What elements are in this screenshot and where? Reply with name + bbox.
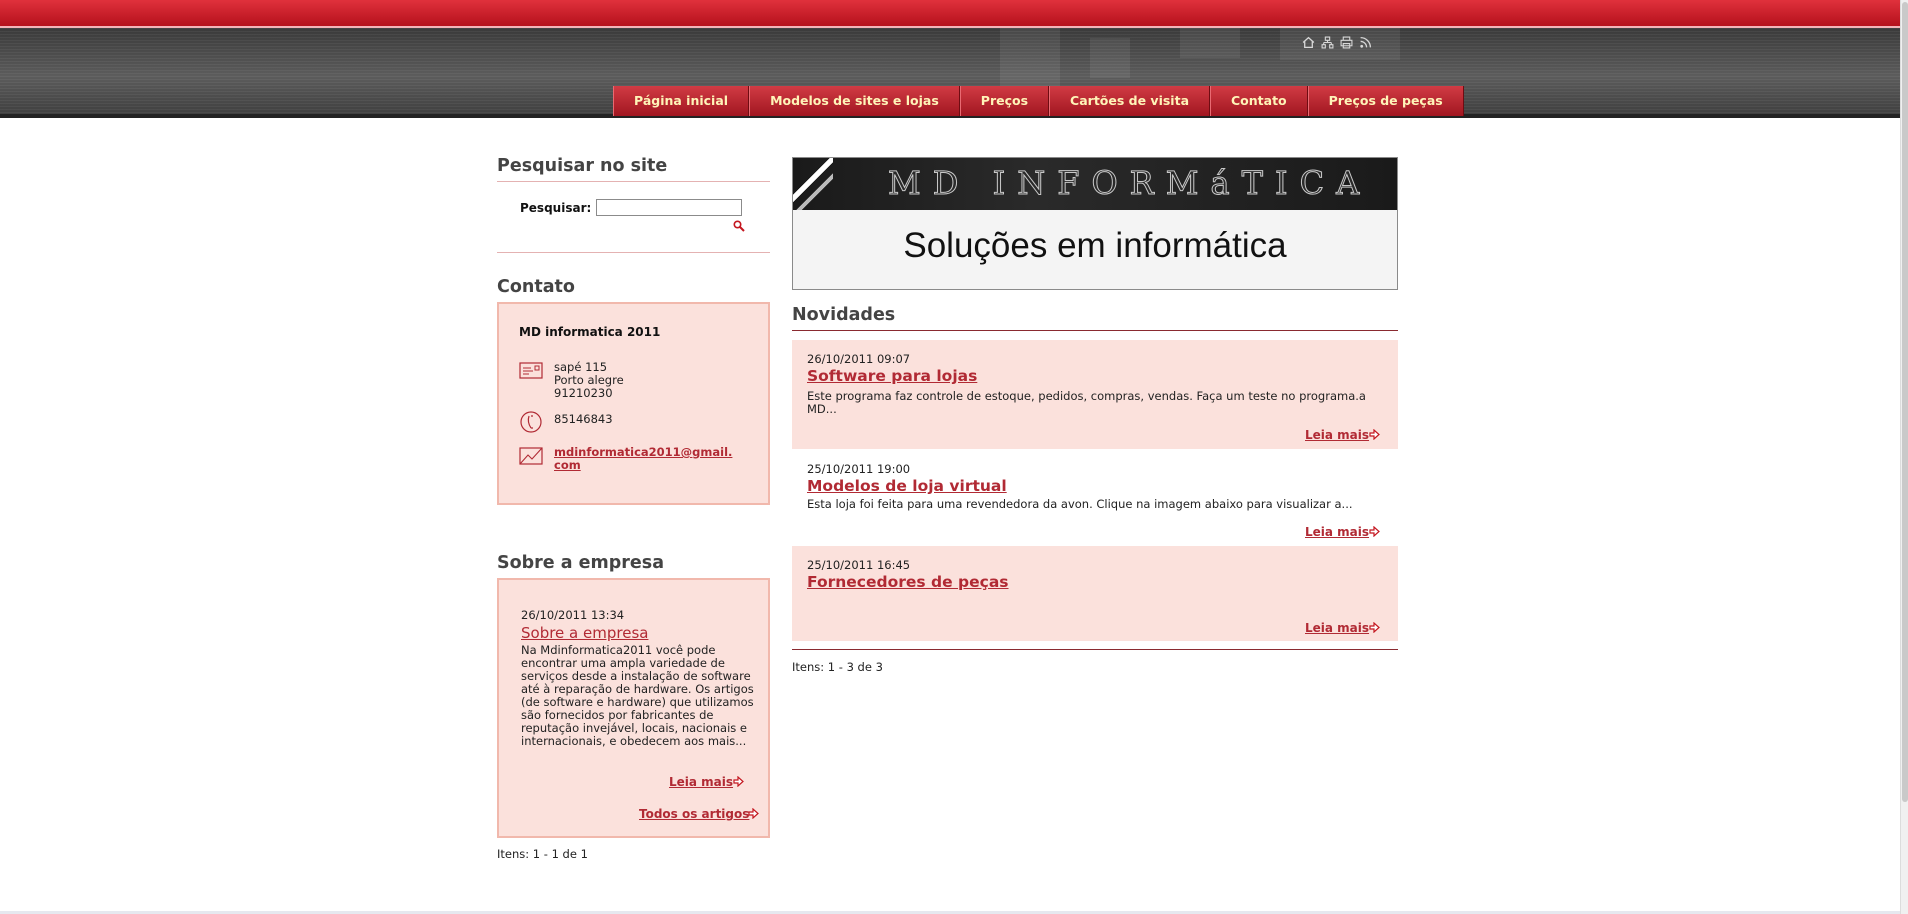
about-excerpt: Na Mdinformatica2011 você pode encontrar… <box>521 643 754 748</box>
news-title-link[interactable]: Fornecedores de peças <box>807 573 1009 591</box>
contact-phone: 85146843 <box>554 412 613 426</box>
news-item-count: Itens: 1 - 3 de 3 <box>792 660 883 674</box>
news-date: 25/10/2011 19:00 <box>807 462 911 476</box>
about-date: 26/10/2011 13:34 <box>521 608 625 622</box>
address-icon <box>519 362 543 379</box>
news-read-more-link[interactable]: Leia mais <box>1305 525 1369 539</box>
header-tools <box>1302 36 1372 52</box>
nav-contact[interactable]: Contato <box>1210 86 1308 116</box>
address-block: sapé 115 Porto alegre 91210230 <box>554 361 624 400</box>
vertical-scrollbar[interactable] <box>1900 0 1908 914</box>
sitemap-icon[interactable] <box>1321 36 1334 49</box>
search-input[interactable] <box>596 199 742 216</box>
nav-parts-prices[interactable]: Preços de peças <box>1307 86 1464 116</box>
nav-prices[interactable]: Preços <box>959 86 1050 116</box>
main-navigation: Página inicial Modelos de sites e lojas … <box>613 86 1464 116</box>
news-title-link[interactable]: Software para lojas <box>807 367 977 385</box>
news-read-more-link[interactable]: Leia mais <box>1305 428 1369 442</box>
news-read-more-link[interactable]: Leia mais <box>1305 621 1369 635</box>
divider <box>792 330 1398 331</box>
news-heading: Novidades <box>792 305 896 325</box>
banner-stripe-decoration <box>793 158 833 210</box>
nav-home[interactable]: Página inicial <box>613 86 750 116</box>
news-date: 25/10/2011 16:45 <box>807 558 911 572</box>
about-article-link[interactable]: Sobre a empresa <box>521 624 648 642</box>
rss-icon[interactable] <box>1359 36 1372 49</box>
news-item: 26/10/2011 09:07 Software para lojas Est… <box>792 340 1398 449</box>
email-icon <box>519 447 543 465</box>
print-icon[interactable] <box>1340 36 1353 49</box>
news-item: 25/10/2011 19:00 Modelos de loja virtual… <box>792 449 1398 546</box>
banner-tagline: Soluções em informática <box>903 226 1287 265</box>
news-date: 26/10/2011 09:07 <box>807 352 911 366</box>
search-icon[interactable] <box>733 220 745 232</box>
search-label: Pesquisar: <box>520 201 592 215</box>
site-banner: MD INFORMáTICA Soluções em informática <box>792 157 1398 290</box>
scrollbar-thumb[interactable] <box>1902 2 1908 802</box>
home-icon[interactable] <box>1302 36 1315 49</box>
header-decoration <box>1000 28 1060 88</box>
nav-business-cards[interactable]: Cartões de visita <box>1049 86 1210 116</box>
about-read-more-link[interactable]: Leia mais <box>669 775 733 789</box>
phone-icon <box>520 411 542 433</box>
divider <box>497 252 770 253</box>
arrow-right-icon <box>1369 622 1380 633</box>
top-red-bar <box>0 0 1900 28</box>
about-heading: Sobre a empresa <box>497 553 665 573</box>
search-heading: Pesquisar no site <box>497 156 668 176</box>
news-excerpt: Esta loja foi feita para uma revendedora… <box>807 497 1353 511</box>
header-decoration <box>1090 38 1130 78</box>
about-item-count: Itens: 1 - 1 de 1 <box>497 847 588 861</box>
contact-email-line2[interactable]: com <box>554 459 732 472</box>
arrow-right-icon <box>1369 429 1380 440</box>
divider <box>497 181 770 182</box>
banner-brand-text: MD INFORMáTICA <box>887 164 1372 203</box>
arrow-right-icon <box>1369 526 1380 537</box>
all-articles-link[interactable]: Todos os artigos <box>639 807 749 821</box>
arrow-right-icon <box>748 808 759 819</box>
news-item: 25/10/2011 16:45 Fornecedores de peças L… <box>792 546 1398 641</box>
nav-site-models[interactable]: Modelos de sites e lojas <box>749 86 960 116</box>
news-excerpt: Este programa faz controle de estoque, p… <box>807 389 1366 416</box>
address-postcode: 91210230 <box>554 386 613 400</box>
contact-email-link[interactable]: mdinformatica2011@gmail. com <box>554 446 732 472</box>
contact-heading: Contato <box>497 277 575 297</box>
arrow-right-icon <box>733 776 744 787</box>
header-decoration <box>1180 28 1240 58</box>
contact-company-name: MD informatica 2011 <box>519 325 661 339</box>
news-title-link[interactable]: Modelos de loja virtual <box>807 477 1007 495</box>
divider <box>792 649 1398 650</box>
